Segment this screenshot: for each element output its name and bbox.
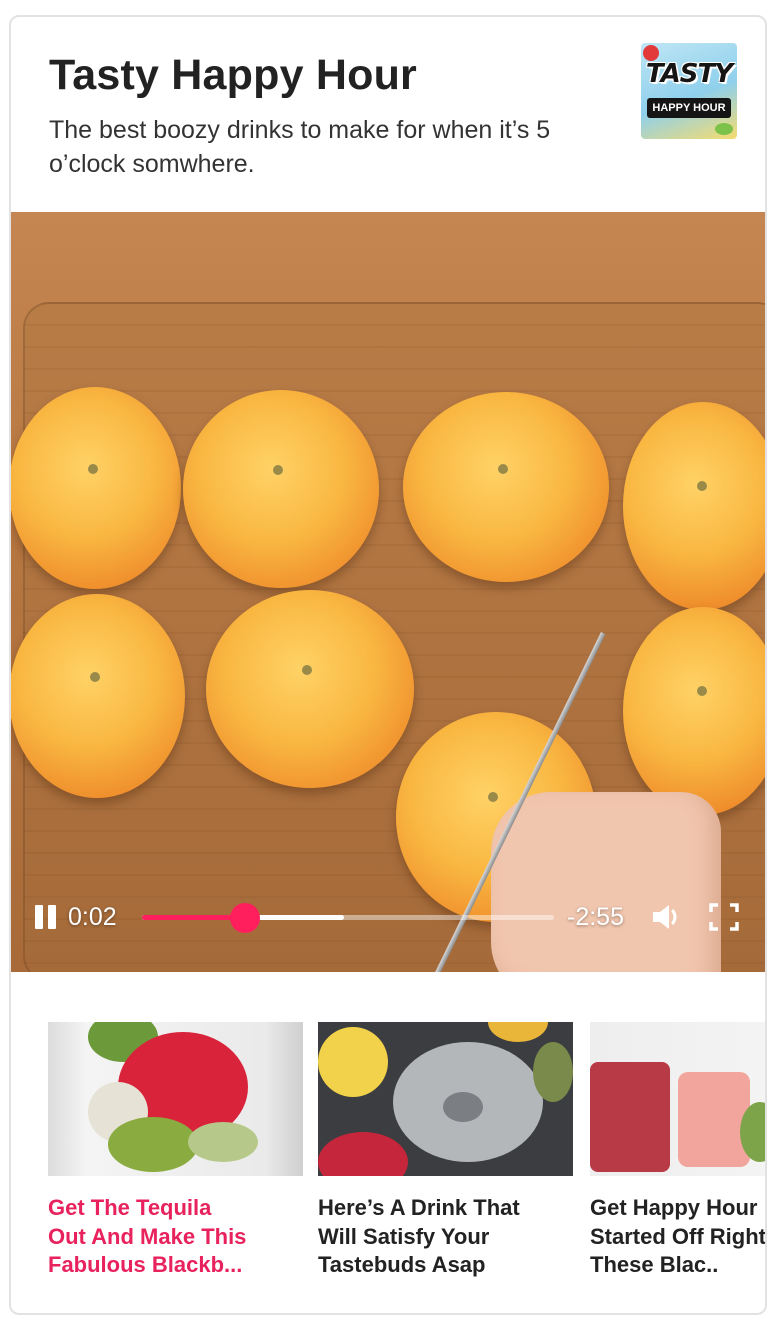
related-video-title[interactable]: Here’s A Drink That Will Satisfy Your Ta… bbox=[318, 1194, 573, 1280]
related-video-title[interactable]: Get The Tequila Out And Make This Fabulo… bbox=[48, 1194, 303, 1280]
pause-icon[interactable] bbox=[34, 905, 58, 929]
related-video-title[interactable]: Get Happy Hour Started Off Right These B… bbox=[590, 1194, 765, 1280]
logo-wordmark: TASTY bbox=[645, 59, 733, 89]
scrubber-handle[interactable] bbox=[230, 903, 260, 933]
related-video-thumbnail[interactable] bbox=[48, 1022, 303, 1176]
lime-decoration bbox=[715, 123, 733, 135]
playlist-card: Tasty Happy Hour The best boozy drinks t… bbox=[9, 15, 767, 1315]
grapefruit bbox=[183, 390, 379, 588]
elapsed-time: 0:02 bbox=[68, 903, 117, 931]
volume-icon[interactable] bbox=[651, 902, 685, 932]
tasty-happy-hour-logo[interactable]: TASTY HAPPY HOUR bbox=[641, 43, 737, 139]
grapefruit bbox=[11, 387, 181, 589]
logo-subtitle: HAPPY HOUR bbox=[647, 98, 731, 118]
related-videos: Get The Tequila Out And Make This Fabulo… bbox=[48, 1022, 765, 1292]
progress-track[interactable] bbox=[142, 903, 554, 933]
grapefruit bbox=[11, 594, 185, 798]
grapefruit bbox=[403, 392, 609, 582]
fullscreen-icon[interactable] bbox=[708, 902, 740, 932]
related-video-thumbnail[interactable] bbox=[590, 1022, 765, 1176]
video-player[interactable]: 0:02 -2:55 bbox=[11, 212, 765, 972]
player-controls: 0:02 -2:55 bbox=[11, 897, 765, 937]
playlist-description: The best boozy drinks to make for when i… bbox=[49, 116, 551, 178]
grapefruit bbox=[206, 590, 414, 788]
playlist-title: Tasty Happy Hour bbox=[49, 51, 417, 99]
remaining-time: -2:55 bbox=[567, 903, 624, 931]
hand bbox=[491, 792, 721, 972]
related-video-thumbnail[interactable] bbox=[318, 1022, 573, 1176]
